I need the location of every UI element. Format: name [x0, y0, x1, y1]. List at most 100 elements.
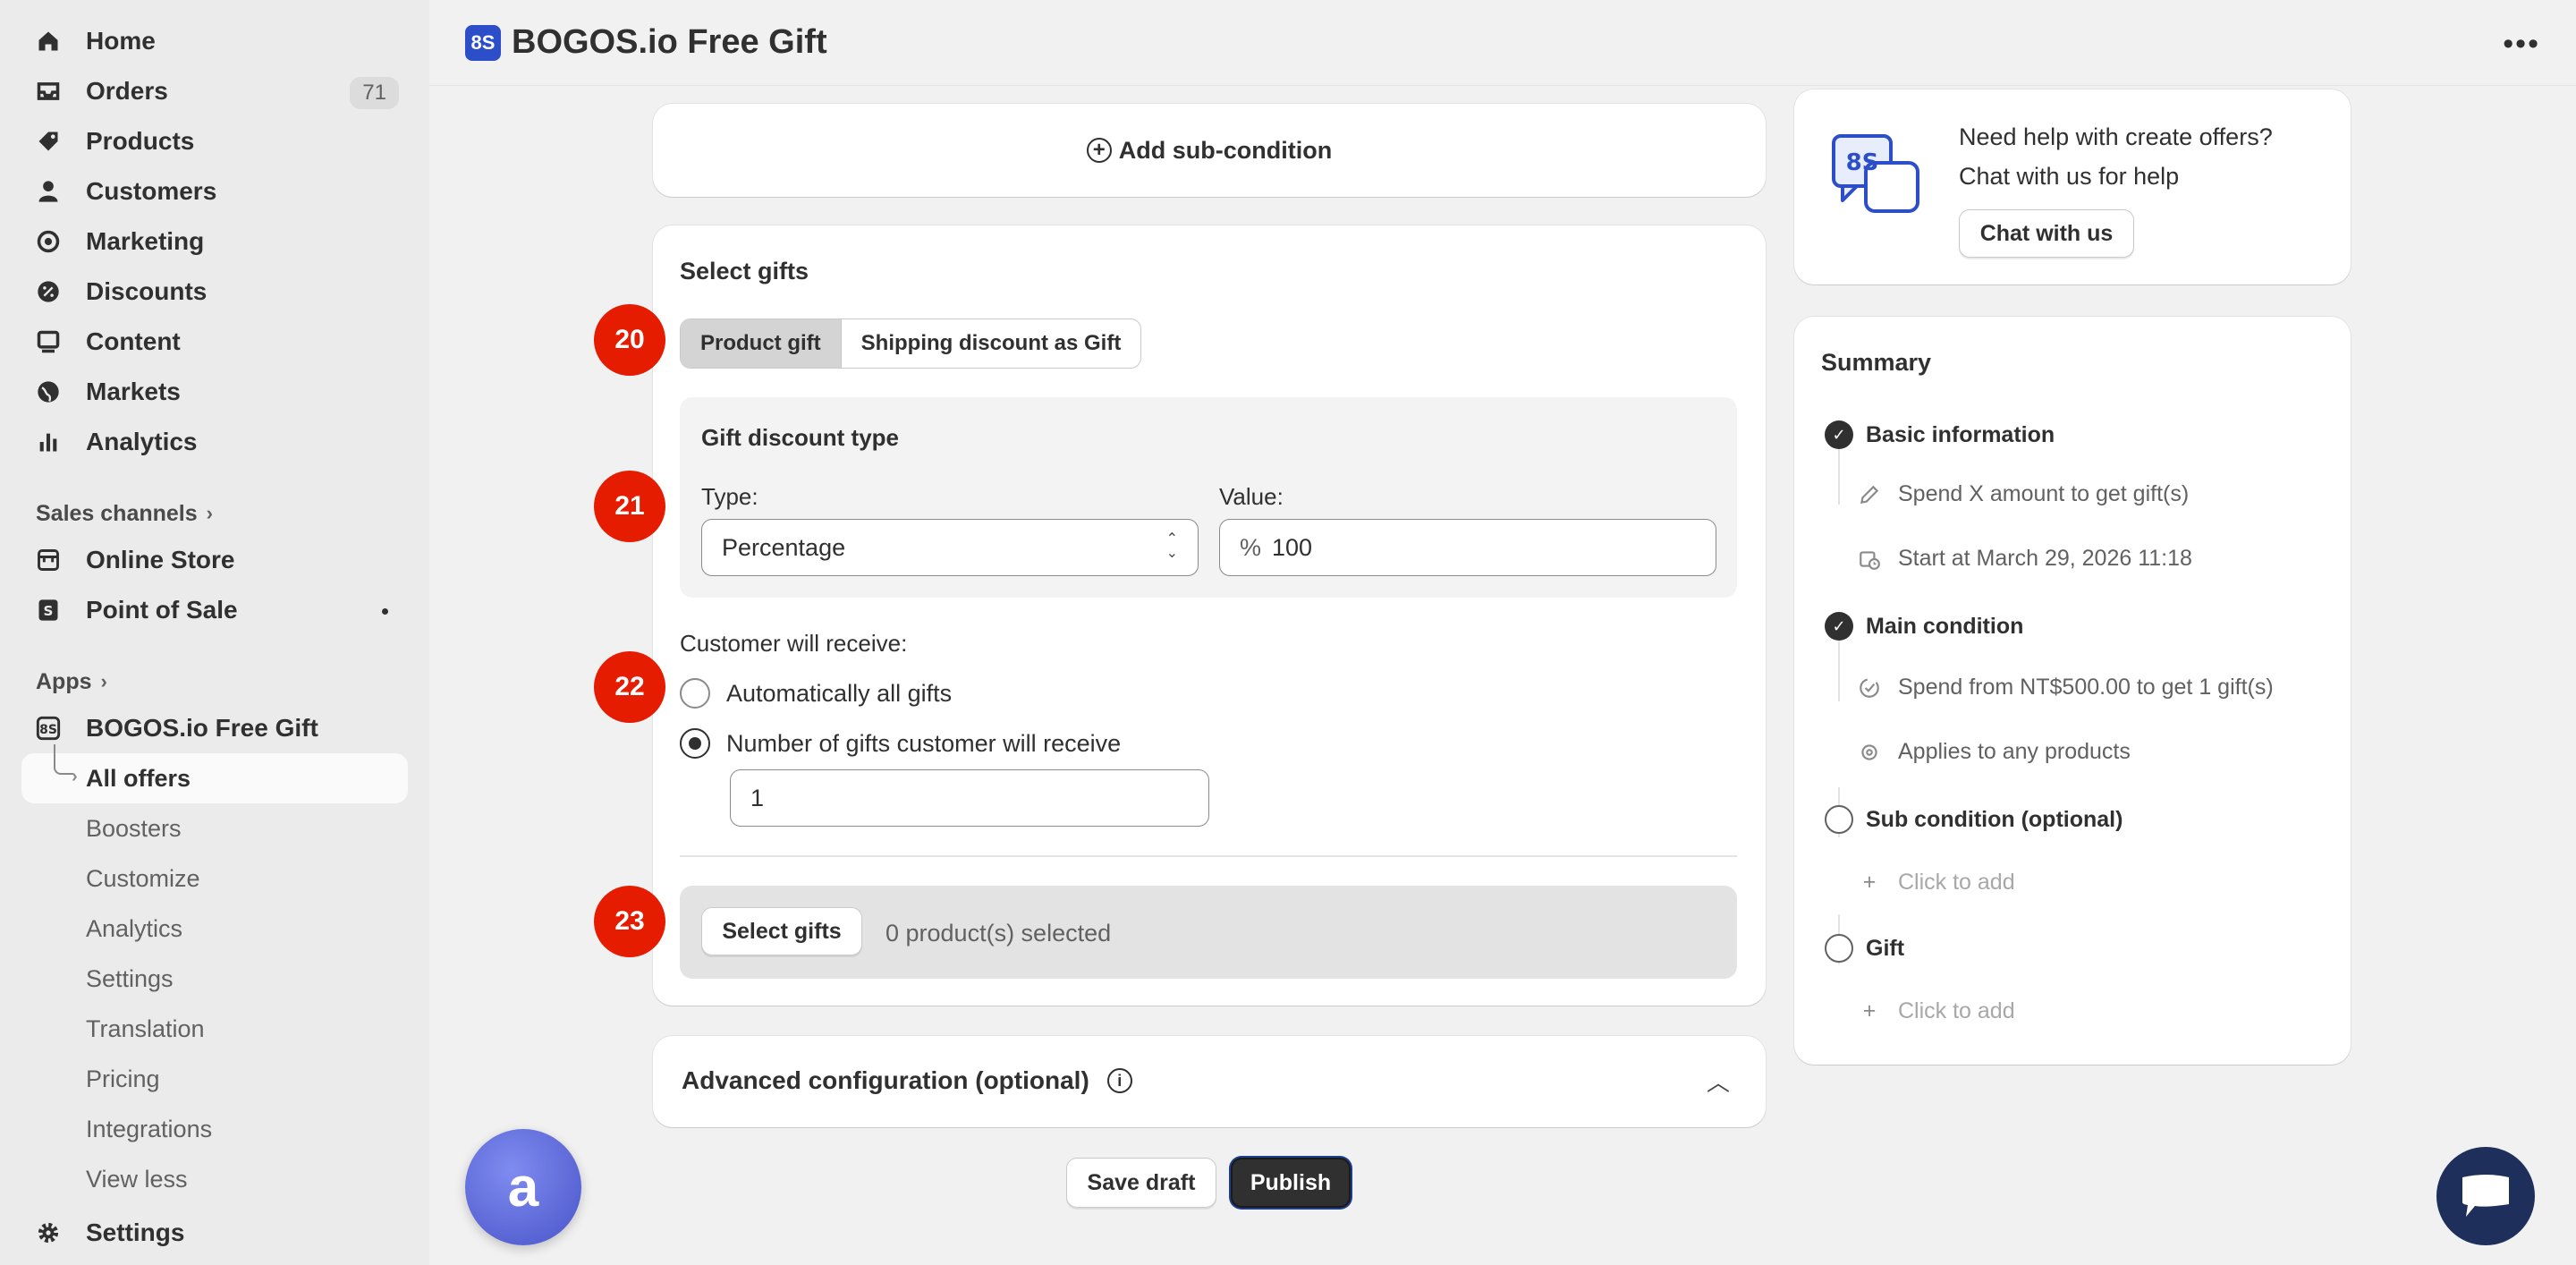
- radio-all-gifts[interactable]: Automatically all gifts: [680, 678, 952, 709]
- chevron-up-icon[interactable]: ︿: [1707, 1065, 1730, 1098]
- nav-discounts[interactable]: Discounts: [21, 267, 408, 317]
- sub-all-offers[interactable]: › All offers: [21, 744, 408, 803]
- type-select[interactable]: Percentage ⌃ ⌄: [701, 519, 1199, 576]
- sub-settings[interactable]: Settings: [21, 954, 408, 1004]
- plus-icon: +: [1862, 870, 1877, 895]
- chat-launcher-button[interactable]: [2436, 1147, 2535, 1245]
- target-icon: [36, 229, 61, 254]
- discount-icon: [36, 279, 61, 304]
- pencil-icon: [1857, 482, 1882, 507]
- sub-translation[interactable]: Translation: [21, 1004, 408, 1054]
- nav-content[interactable]: Content: [21, 317, 408, 367]
- nav-marketing[interactable]: Marketing: [21, 216, 408, 267]
- summary-basic-item: Spend X amount to get gift(s): [1857, 481, 2189, 507]
- plus-circle-icon: +: [1086, 138, 1112, 163]
- summary-card: Summary ✓ Basic information Spend X amou…: [1794, 317, 2351, 1065]
- gift-count-input[interactable]: 1: [730, 769, 1209, 827]
- summary-sub-add[interactable]: + Click to add: [1857, 870, 2015, 896]
- content-icon: [36, 329, 61, 354]
- nav-label: Orders: [86, 77, 168, 105]
- select-gifts-button[interactable]: Select gifts: [701, 907, 862, 955]
- apps-header[interactable]: Apps ›: [21, 660, 408, 703]
- tag-icon: [36, 129, 61, 154]
- tree-arrow-icon: ›: [72, 767, 78, 786]
- nav-products[interactable]: Products: [21, 116, 408, 166]
- help-card: 8S Need help with create offers? Chat wi…: [1794, 89, 2351, 284]
- radio-button[interactable]: [680, 678, 710, 709]
- nav-customers[interactable]: Customers: [21, 166, 408, 216]
- empty-circle-icon: [1825, 934, 1853, 963]
- nav-markets[interactable]: Markets: [21, 367, 408, 417]
- nav-label: Discounts: [86, 277, 208, 305]
- inbox-icon: [36, 79, 61, 104]
- radio-button-selected[interactable]: [680, 728, 710, 759]
- select-gifts-title: Select gifts: [680, 258, 809, 284]
- sub-view-less[interactable]: View less: [21, 1154, 408, 1204]
- svg-text:S: S: [44, 603, 54, 619]
- gift-discount-type-title: Gift discount type: [701, 424, 899, 451]
- calendar-clock-icon: [1857, 547, 1882, 572]
- sales-channels-header[interactable]: Sales channels ›: [21, 492, 408, 535]
- svg-text:8S: 8S: [39, 723, 57, 737]
- step-marker-20: 20: [594, 304, 665, 376]
- sub-analytics[interactable]: Analytics: [21, 904, 408, 954]
- radio-number-of-gifts[interactable]: Number of gifts customer will receive: [680, 728, 1121, 759]
- step-gift[interactable]: Gift: [1825, 934, 1904, 963]
- advanced-config-card[interactable]: Advanced configuration (optional) i ︿: [653, 1036, 1766, 1127]
- nav-label: Home: [86, 27, 156, 55]
- nav-point-of-sale[interactable]: S Point of Sale: [21, 585, 408, 635]
- step-marker-22: 22: [594, 651, 665, 723]
- gear-icon: [36, 1220, 61, 1245]
- more-actions-icon[interactable]: •••: [2503, 27, 2540, 62]
- step-sub-condition[interactable]: Sub condition (optional): [1825, 805, 2123, 834]
- select-arrows-icon: ⌃ ⌄: [1165, 531, 1178, 561]
- sub-customize[interactable]: Customize: [21, 853, 408, 904]
- step-basic-information[interactable]: ✓ Basic information: [1825, 420, 2055, 449]
- check-circle-icon: [1857, 675, 1882, 700]
- nav-online-store[interactable]: Online Store: [21, 535, 408, 585]
- info-icon[interactable]: i: [1106, 1068, 1132, 1093]
- summary-main-item: Spend from NT$500.00 to get 1 gift(s): [1857, 675, 2274, 700]
- summary-main-item: Applies to any products: [1857, 739, 2131, 765]
- sub-pricing[interactable]: Pricing: [21, 1054, 408, 1104]
- nav-analytics[interactable]: Analytics: [21, 417, 408, 467]
- assistant-avatar[interactable]: a: [465, 1129, 581, 1245]
- step-marker-23: 23: [594, 886, 665, 957]
- nav-label: Markets: [86, 378, 181, 405]
- check-icon: ✓: [1825, 420, 1853, 449]
- nav-label: Customers: [86, 177, 217, 205]
- globe-icon: [36, 379, 61, 404]
- type-label: Type:: [701, 483, 758, 510]
- nav-label: Online Store: [86, 546, 235, 573]
- save-draft-button[interactable]: Save draft: [1066, 1158, 1216, 1208]
- nav-orders[interactable]: Orders 71: [21, 66, 408, 116]
- sidebar: Home Orders 71 Products Customers Market…: [0, 0, 429, 1265]
- tab-shipping-discount[interactable]: Shipping discount as Gift: [842, 319, 1141, 368]
- plus-icon: +: [1862, 998, 1877, 1023]
- summary-gift-add[interactable]: + Click to add: [1857, 998, 2015, 1024]
- tree-line: [54, 744, 73, 775]
- receive-label: Customer will receive:: [680, 630, 908, 657]
- chevron-right-icon: ›: [206, 502, 213, 524]
- selected-count: 0 product(s) selected: [886, 920, 1112, 947]
- value-label: Value:: [1219, 483, 1284, 510]
- divider: [680, 855, 1737, 857]
- publish-button[interactable]: Publish: [1231, 1158, 1351, 1208]
- sub-boosters[interactable]: Boosters: [21, 803, 408, 853]
- nav-bogos-app[interactable]: 8S BOGOS.io Free Gift: [21, 703, 408, 753]
- select-gifts-box: Select gifts 0 product(s) selected: [680, 886, 1737, 979]
- nav-settings[interactable]: Settings: [21, 1208, 408, 1258]
- add-sub-condition-button[interactable]: + Add sub-condition: [653, 104, 1766, 197]
- nav-label: Products: [86, 127, 195, 155]
- value-input[interactable]: % 100: [1219, 519, 1716, 576]
- nav-home[interactable]: Home: [21, 16, 408, 66]
- step-main-condition[interactable]: ✓ Main condition: [1825, 612, 2023, 641]
- home-icon: [36, 29, 61, 54]
- nav-label: Analytics: [86, 428, 198, 455]
- nav-label: Settings: [86, 1218, 185, 1246]
- sub-integrations[interactable]: Integrations: [21, 1104, 408, 1154]
- tab-product-gift[interactable]: Product gift: [681, 319, 842, 368]
- chat-with-us-button[interactable]: Chat with us: [1959, 209, 2134, 258]
- bogos-logo-icon: 8S: [465, 24, 501, 61]
- app-topbar: 8S BOGOS.io Free Gift •••: [429, 0, 2576, 86]
